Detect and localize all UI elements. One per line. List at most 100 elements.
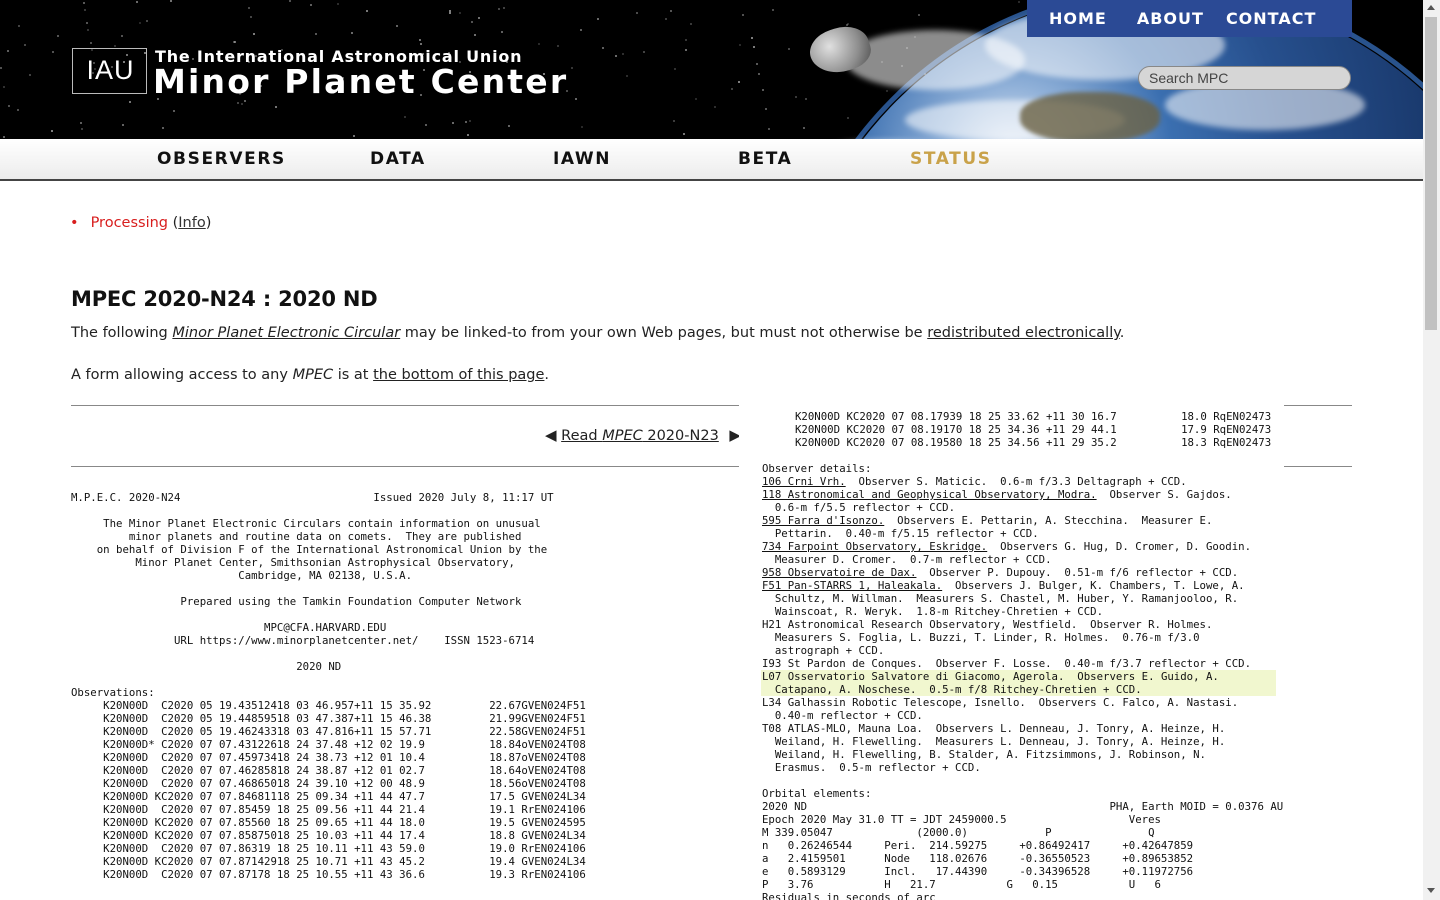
bottom-of-page-link[interactable]: the bottom of this page [373, 367, 544, 383]
star [602, 47, 604, 49]
search-input[interactable] [1138, 66, 1351, 90]
nav-about-link[interactable]: ABOUT [1137, 0, 1204, 37]
star [673, 120, 675, 122]
star [665, 18, 667, 20]
form-text-3: . [544, 367, 550, 383]
circular-header-and-observations: M.P.E.C. 2020-N24 Issued 2020 July 8, 11… [71, 491, 586, 881]
nav-data[interactable]: DATA [370, 149, 426, 169]
star [465, 121, 467, 123]
observer-code-6[interactable]: F51 Pan-STARRS 1, Haleakala. [762, 579, 942, 592]
site-title[interactable]: Minor Planet Center [153, 62, 568, 101]
mpec-info-link[interactable]: Minor Planet Electronic Circular [172, 325, 400, 341]
observer-code-9: L07 Osservatorio Salvatore di Giacomo, A… [762, 670, 1065, 683]
nav-home-link[interactable]: HOME [1049, 0, 1107, 37]
star [762, 89, 764, 91]
scroll-up-icon[interactable] [1427, 5, 1435, 10]
star [765, 108, 767, 110]
nav-beta[interactable]: BETA [738, 149, 792, 169]
page-scrollbar[interactable] [1423, 0, 1440, 900]
star [173, 110, 175, 112]
star [739, 44, 741, 46]
circular-continuation: K20N00D KC2020 07 08.17939 18 25 33.62 +… [739, 405, 1284, 900]
observer-code-7: H21 Astronomical Research Observatory, W… [762, 618, 1078, 631]
star [685, 49, 687, 51]
star [643, 51, 645, 53]
star [419, 39, 421, 41]
star [452, 122, 454, 124]
mpec-info-link-text: Minor Planet Electronic Circular [172, 325, 401, 341]
star [3, 136, 5, 138]
divider-right [1284, 466, 1352, 467]
prev-em-text: MPEC [602, 428, 643, 444]
redistribution-link[interactable]: redistributed electronically [927, 325, 1120, 341]
star [731, 88, 733, 90]
scroll-thumb[interactable] [1425, 17, 1437, 330]
star [233, 41, 235, 43]
status-line: • Processing (Info) [70, 215, 211, 231]
nav-iawn[interactable]: IAWN [553, 149, 611, 169]
star [471, 21, 473, 23]
scroll-down-icon[interactable] [1427, 888, 1435, 893]
iau-logo[interactable]: IAU [72, 48, 147, 94]
star [742, 14, 744, 16]
star [751, 37, 753, 39]
observer-code-3[interactable]: 595 Farra d'Isonzo. [762, 514, 884, 527]
status-info-link[interactable]: Info [178, 215, 205, 231]
star [557, 45, 559, 47]
star [51, 130, 53, 132]
star [575, 98, 577, 100]
star [289, 0, 291, 2]
star [685, 39, 687, 41]
iau-logo-text: IAU [86, 55, 135, 85]
star [57, 35, 59, 37]
observer-details: Observer details: 106 Crni Vrh. Observer… [762, 462, 1251, 774]
star [241, 103, 243, 105]
observer-code-2[interactable]: 118 Astronomical and Geophysical Observa… [762, 488, 1097, 501]
observer-text-1: Observer S. Maticic. 0.6-m f/3.3 Deltagr… [858, 475, 1187, 488]
star [170, 0, 172, 2]
star [738, 81, 740, 83]
star [714, 106, 716, 108]
earth-landmass [1020, 92, 1160, 139]
nav-observers[interactable]: OBSERVERS [157, 149, 286, 169]
top-nav: HOME ABOUT CONTACT [1027, 0, 1352, 37]
star [237, 102, 239, 104]
star [459, 12, 461, 14]
star [7, 50, 9, 52]
star [162, 127, 164, 129]
star [788, 48, 790, 50]
nav-status[interactable]: STATUS [910, 149, 992, 169]
star [674, 68, 676, 70]
observer-code-0: Observer details: [762, 462, 872, 475]
observer-code-5[interactable]: 958 Observatoire de Dax. [762, 566, 916, 579]
star [695, 98, 697, 100]
previous-mpec-nav: ◀ Read MPEC 2020-N23 ▶ [545, 426, 741, 444]
observer-code-1[interactable]: 106 Crni Vrh. [762, 475, 846, 488]
form-text-1: A form allowing access to any [71, 367, 293, 383]
star [581, 126, 583, 128]
status-text: Processing [90, 215, 168, 231]
intro-text-3: . [1119, 325, 1125, 341]
star [396, 25, 398, 27]
star [753, 46, 755, 48]
star [121, 35, 123, 37]
arrow-left-icon[interactable]: ◀ [545, 426, 557, 444]
star [146, 20, 148, 22]
star [3, 86, 5, 88]
star [803, 127, 805, 129]
star [83, 2, 85, 4]
star [84, 9, 86, 11]
info-paren-open: ( [168, 215, 179, 231]
previous-mpec-link[interactable]: Read MPEC 2020-N23 [561, 428, 719, 444]
observer-code-4[interactable]: 734 Farpoint Observatory, Eskridge. [762, 540, 987, 553]
star [615, 55, 617, 57]
orbital-elements: Orbital elements: 2020 ND PHA, Earth MOI… [762, 787, 1284, 900]
star [538, 43, 540, 45]
star [478, 17, 480, 19]
observer-code-10: L34 Galhassin Robotic Telescope, Isnello… [762, 696, 1026, 709]
star [626, 75, 628, 77]
star [622, 53, 624, 55]
star [768, 128, 770, 130]
nav-contact-link[interactable]: CONTACT [1226, 0, 1316, 37]
star [275, 106, 277, 108]
